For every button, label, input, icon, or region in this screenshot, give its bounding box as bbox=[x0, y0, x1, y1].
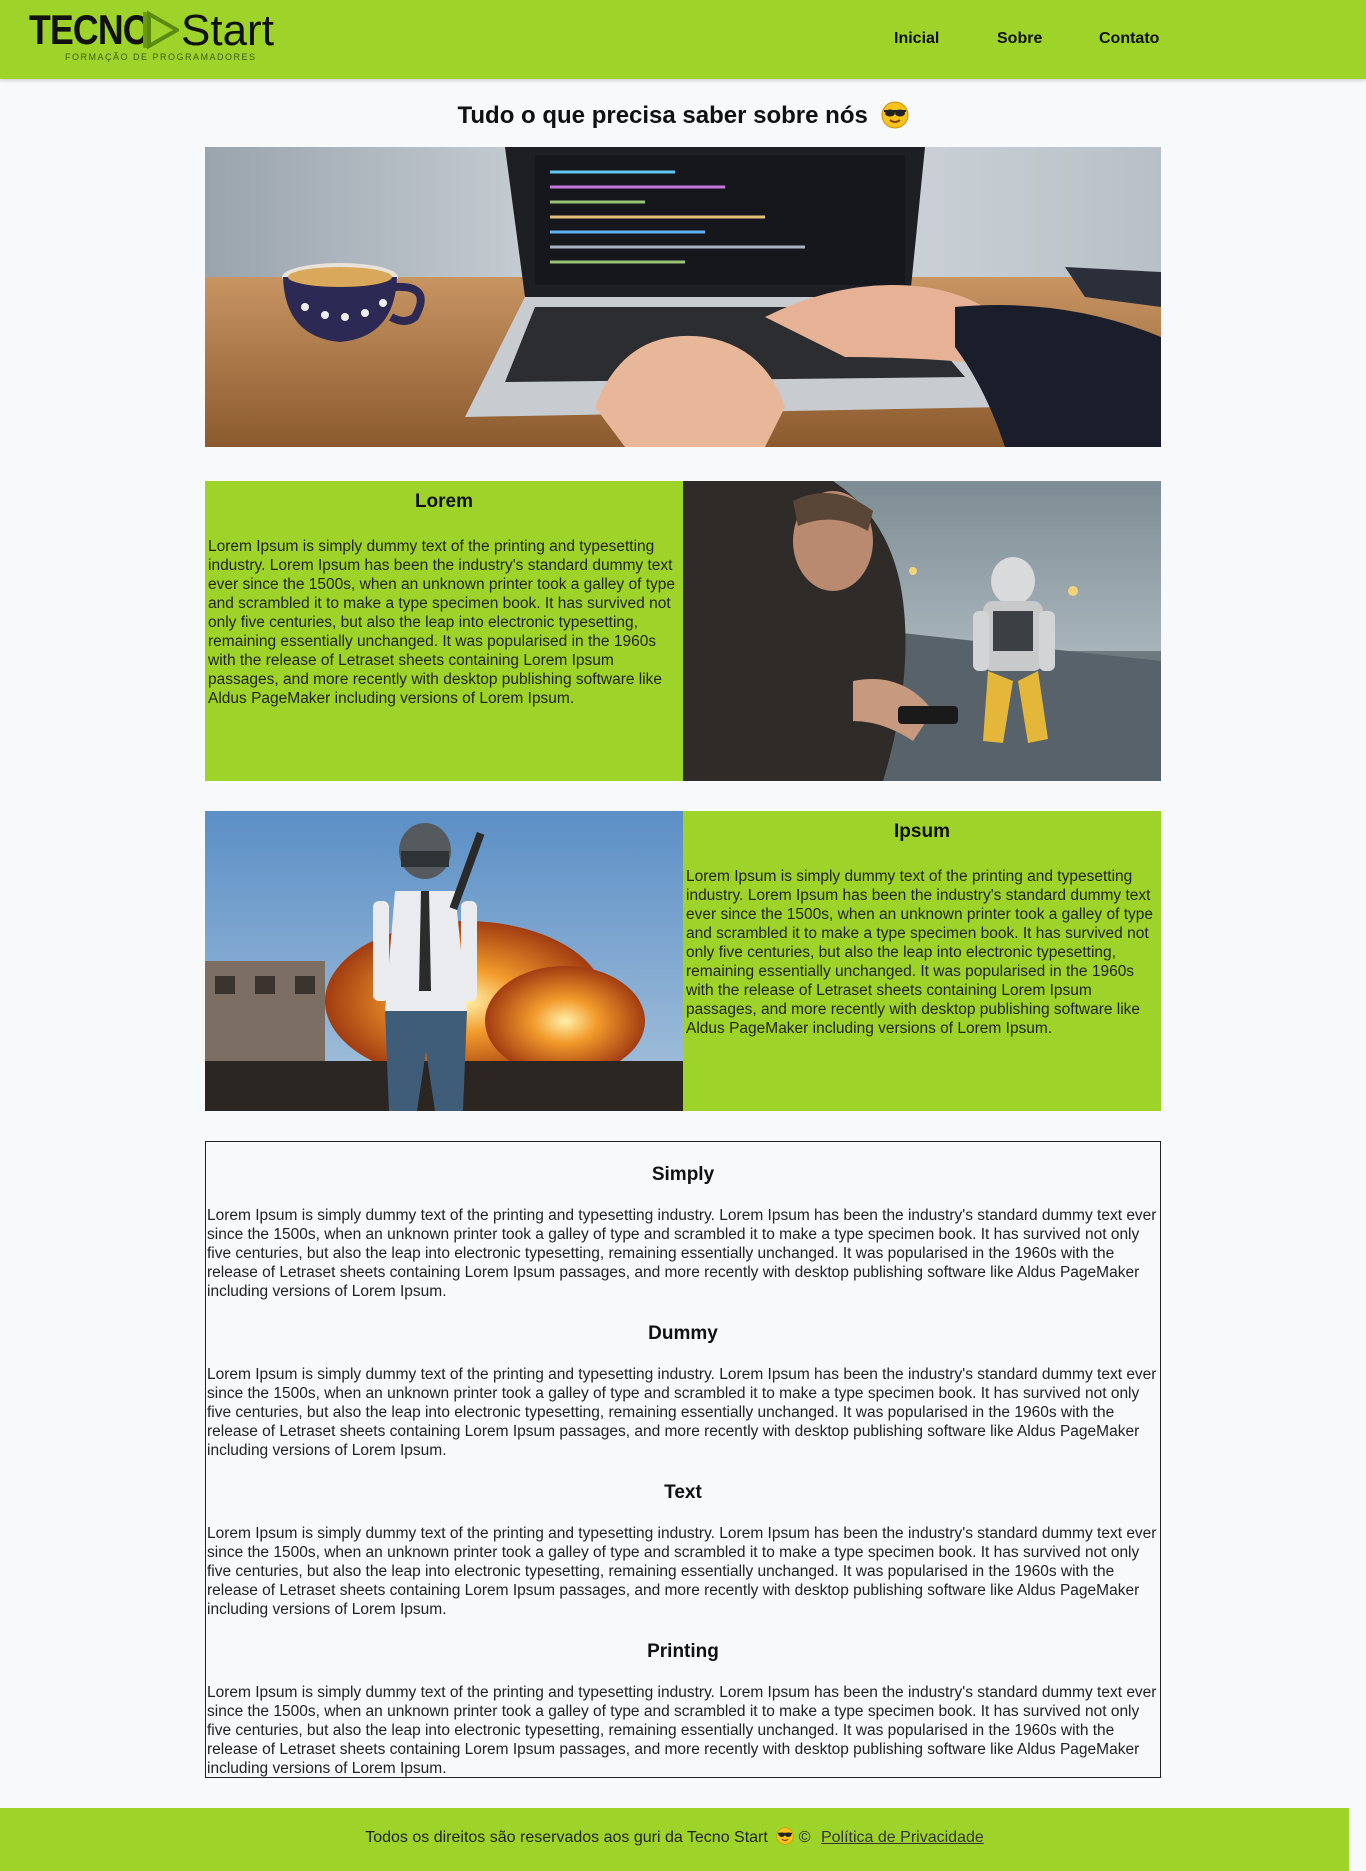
article-printing: Printing Lorem Ipsum is simply dummy tex… bbox=[206, 1641, 1160, 1778]
article-paragraph: Lorem Ipsum is simply dummy text of the … bbox=[207, 1525, 1157, 1618]
footer-rights-text: Todos os direitos são reservados aos gur… bbox=[365, 1829, 768, 1846]
articles-box: Simply Lorem Ipsum is simply dummy text … bbox=[205, 1141, 1161, 1778]
copyright-symbol: © bbox=[798, 1829, 811, 1846]
article-dummy: Dummy Lorem Ipsum is simply dummy text o… bbox=[206, 1323, 1160, 1460]
feature-paragraph: Lorem Ipsum is simply dummy text of the … bbox=[686, 868, 1154, 1037]
article-heading: Printing bbox=[647, 1641, 719, 1662]
footer-content: Todos os direitos são reservados aos gur… bbox=[0, 1827, 1349, 1847]
footer: Todos os direitos são reservados aos gur… bbox=[0, 1808, 1349, 1871]
main-nav: Inicial Sobre Contato bbox=[0, 30, 1366, 54]
nav-link-sobre[interactable]: Sobre bbox=[997, 30, 1042, 48]
hero-image bbox=[205, 147, 1161, 447]
navbar: TECNO Start FORMAÇÃO DE PROGRAMADORES In… bbox=[0, 0, 1366, 79]
article-heading: Simply bbox=[651, 1164, 715, 1185]
nav-link-contato[interactable]: Contato bbox=[1099, 30, 1159, 48]
nav-link-inicial[interactable]: Inicial bbox=[894, 30, 939, 48]
page-title-text: Tudo o que precisa saber sobre nós bbox=[457, 102, 868, 129]
sunglasses-emoji-icon bbox=[881, 101, 908, 129]
feature-paragraph: Lorem Ipsum is simply dummy text of the … bbox=[208, 538, 676, 707]
feature-text-block: Lorem Lorem Ipsum is simply dummy text o… bbox=[205, 481, 683, 781]
feature-text-block: Ipsum Lorem Ipsum is simply dummy text o… bbox=[683, 811, 1161, 1111]
article-text: Text Lorem Ipsum is simply dummy text of… bbox=[206, 1482, 1160, 1619]
laptop-coding-illustration bbox=[205, 147, 1161, 447]
page-title: Tudo o que precisa saber sobre nós bbox=[0, 101, 1366, 130]
article-heading: Text bbox=[664, 1482, 702, 1503]
feature-section-lorem: Lorem Lorem Ipsum is simply dummy text o… bbox=[205, 481, 1161, 781]
sunglasses-emoji-icon bbox=[776, 1827, 794, 1845]
feature-heading: Lorem bbox=[414, 491, 474, 512]
article-paragraph: Lorem Ipsum is simply dummy text of the … bbox=[207, 1207, 1157, 1300]
article-paragraph: Lorem Ipsum is simply dummy text of the … bbox=[207, 1366, 1157, 1459]
game-scene-illustration-2 bbox=[205, 811, 683, 1111]
article-heading: Dummy bbox=[648, 1323, 718, 1344]
article-paragraph: Lorem Ipsum is simply dummy text of the … bbox=[207, 1684, 1157, 1777]
feature-section-ipsum: Ipsum Lorem Ipsum is simply dummy text o… bbox=[205, 811, 1161, 1111]
feature-heading: Ipsum bbox=[894, 821, 950, 842]
article-simply: Simply Lorem Ipsum is simply dummy text … bbox=[206, 1164, 1160, 1301]
privacy-policy-link[interactable]: Política de Privacidade bbox=[821, 1829, 984, 1846]
game-scene-illustration bbox=[683, 481, 1161, 781]
game-image-quantum-break bbox=[683, 481, 1161, 781]
game-image-pubg bbox=[205, 811, 683, 1111]
